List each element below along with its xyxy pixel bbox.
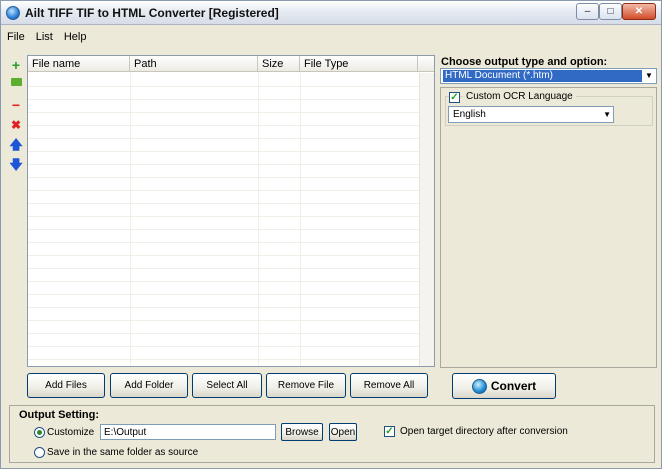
menu-file[interactable]: File: [1, 28, 30, 46]
grid-row-line: [28, 346, 420, 347]
add-folder-button[interactable]: Add Folder: [110, 373, 188, 398]
ocr-language-value: English: [453, 109, 486, 120]
app-logo-icon: [6, 6, 20, 20]
output-type-select[interactable]: HTML Document (*.htm) ▼: [440, 68, 657, 84]
down-arrow-icon[interactable]: 🡇: [9, 158, 23, 172]
delete-icon[interactable]: ✖: [9, 118, 23, 132]
grid-row-line: [28, 255, 420, 256]
maximize-button[interactable]: □: [599, 3, 622, 20]
output-setting-title: Output Setting:: [19, 409, 100, 421]
title-bar[interactable]: Ailt TIFF TIF to HTML Converter [Registe…: [1, 1, 661, 25]
file-list-header: File name Path Size File Type: [28, 56, 434, 72]
grid-row-line: [28, 229, 420, 230]
output-setting-group: Output Setting: Customize E:\Output Brow…: [9, 405, 655, 463]
remove-icon[interactable]: −: [9, 98, 23, 112]
grid-column-line: [300, 73, 301, 366]
menu-help[interactable]: Help: [58, 28, 92, 46]
grid-row-line: [28, 281, 420, 282]
grid-row-line: [28, 177, 420, 178]
remove-file-button[interactable]: Remove File: [266, 373, 346, 398]
window-title: Ailt TIFF TIF to HTML Converter [Registe…: [25, 6, 279, 20]
minimize-button[interactable]: –: [576, 3, 599, 20]
chevron-down-icon[interactable]: ▼: [643, 70, 655, 82]
up-arrow-icon[interactable]: 🡅: [9, 138, 23, 152]
grid-row-line: [28, 307, 420, 308]
grid-column-line: [258, 73, 259, 366]
convert-label: Convert: [490, 379, 537, 393]
list-toolbar: + − ✖ 🡅 🡇: [9, 58, 23, 178]
ocr-language-select[interactable]: English ▼: [448, 106, 614, 123]
file-list[interactable]: File name Path Size File Type: [27, 55, 435, 367]
add-files-button[interactable]: Add Files: [27, 373, 105, 398]
grid-row-line: [28, 164, 420, 165]
grid-row-line: [28, 359, 420, 360]
column-header-size[interactable]: Size: [258, 56, 300, 72]
grid-column-line: [130, 73, 131, 366]
grid-row-line: [28, 268, 420, 269]
close-button[interactable]: ✕: [622, 3, 656, 20]
file-list-body[interactable]: [28, 73, 434, 366]
folder-icon[interactable]: [9, 78, 23, 92]
grid-row-line: [28, 203, 420, 204]
output-type-label: Choose output type and option:: [441, 56, 608, 68]
open-button[interactable]: Open: [329, 423, 357, 441]
customize-label: Customize: [47, 427, 95, 438]
grid-row-line: [28, 99, 420, 100]
convert-icon: [471, 378, 487, 394]
grid-row-line: [28, 294, 420, 295]
menu-list[interactable]: List: [30, 28, 58, 46]
open-target-checkbox[interactable]: ✓: [384, 426, 395, 437]
browse-button[interactable]: Browse: [281, 423, 323, 441]
custom-ocr-group: ✓ Custom OCR Language English ▼: [445, 91, 653, 126]
column-header-path[interactable]: Path: [130, 56, 258, 72]
convert-button[interactable]: Convert: [452, 373, 556, 399]
column-header-file-name[interactable]: File name: [28, 56, 130, 72]
list-scrollbar[interactable]: [419, 73, 434, 366]
output-type-value: HTML Document (*.htm): [443, 70, 642, 82]
grid-row-line: [28, 190, 420, 191]
same-folder-radio[interactable]: [34, 447, 45, 458]
custom-ocr-label: Custom OCR Language: [463, 91, 576, 102]
output-path-field[interactable]: E:\Output: [100, 424, 276, 440]
grid-row-line: [28, 216, 420, 217]
add-icon[interactable]: +: [9, 58, 23, 72]
grid-row-line: [28, 86, 420, 87]
menu-bar: File List Help: [1, 28, 661, 46]
grid-row-line: [28, 320, 420, 321]
customize-radio[interactable]: [34, 427, 45, 438]
select-all-button[interactable]: Select All: [192, 373, 262, 398]
grid-row-line: [28, 242, 420, 243]
chevron-down-icon[interactable]: ▼: [603, 110, 611, 119]
grid-row-line: [28, 333, 420, 334]
open-target-label: Open target directory after conversion: [400, 426, 568, 437]
grid-row-line: [28, 125, 420, 126]
custom-ocr-checkbox[interactable]: ✓: [449, 92, 460, 103]
options-panel: ✓ Custom OCR Language English ▼: [440, 87, 657, 368]
grid-row-line: [28, 138, 420, 139]
remove-all-button[interactable]: Remove All: [350, 373, 428, 398]
grid-row-line: [28, 151, 420, 152]
app-window: Ailt TIFF TIF to HTML Converter [Registe…: [0, 0, 662, 469]
grid-row-line: [28, 112, 420, 113]
column-header-file-type[interactable]: File Type: [300, 56, 418, 72]
same-folder-label: Save in the same folder as source: [47, 447, 199, 458]
